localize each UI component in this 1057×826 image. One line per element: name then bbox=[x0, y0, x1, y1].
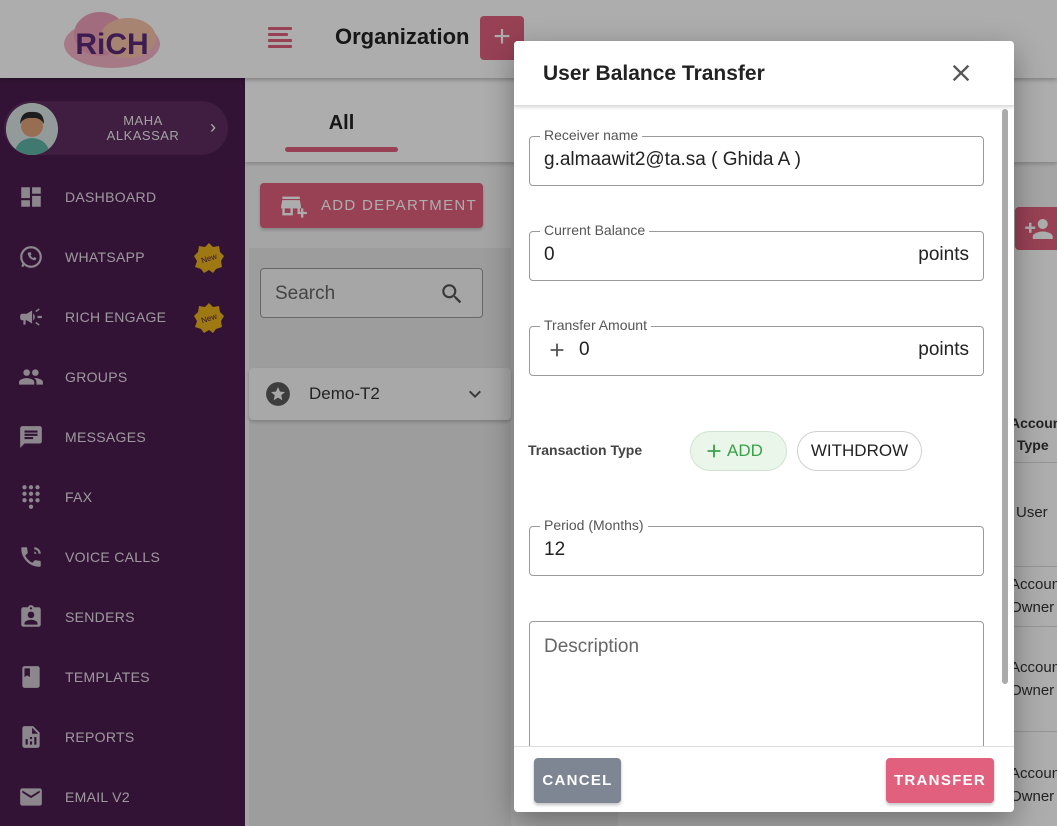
period-months-field[interactable]: Period (Months) 12 bbox=[529, 517, 984, 576]
dialog-body: Receiver name g.almaawit2@ta.sa ( Ghida … bbox=[514, 106, 1014, 746]
withdraw-chip-label: WITHDROW bbox=[810, 441, 909, 460]
description-textarea[interactable]: Description bbox=[529, 621, 984, 746]
transfer-amount-label: Transfer Amount bbox=[540, 317, 651, 333]
period-months-label: Period (Months) bbox=[540, 517, 648, 533]
current-balance-value: 0 bbox=[544, 244, 555, 265]
dialog-header: User Balance Transfer bbox=[514, 41, 1014, 106]
cancel-button[interactable]: CANCEL bbox=[534, 758, 621, 803]
period-months-value: 12 bbox=[544, 539, 566, 560]
add-chip-label: ADD bbox=[727, 441, 763, 460]
dialog-footer: CANCEL TRANSFER bbox=[514, 746, 1014, 812]
points-suffix: points bbox=[918, 339, 969, 360]
dialog-scrollbar[interactable] bbox=[1002, 109, 1008, 684]
receiver-name-label: Receiver name bbox=[540, 127, 643, 143]
balance-transfer-dialog: User Balance Transfer Receiver name g.al… bbox=[514, 41, 1014, 812]
transaction-add-chip[interactable]: ADD bbox=[690, 431, 787, 471]
transaction-withdraw-chip[interactable]: WITHDROW bbox=[797, 431, 922, 471]
receiver-name-field[interactable]: Receiver name g.almaawit2@ta.sa ( Ghida … bbox=[529, 127, 984, 186]
receiver-name-value: g.almaawit2@ta.sa ( Ghida A ) bbox=[544, 149, 801, 170]
plus-icon bbox=[707, 444, 721, 458]
transfer-button[interactable]: TRANSFER bbox=[886, 758, 994, 803]
current-balance-field: Current Balance 0 points bbox=[529, 222, 984, 281]
close-icon[interactable] bbox=[947, 59, 975, 87]
dialog-title: User Balance Transfer bbox=[543, 62, 765, 85]
current-balance-label: Current Balance bbox=[540, 222, 650, 238]
transfer-amount-field[interactable]: Transfer Amount 0 points bbox=[529, 317, 984, 376]
points-suffix: points bbox=[918, 244, 969, 265]
transaction-type-label: Transaction Type bbox=[528, 442, 643, 458]
transfer-amount-value: 0 bbox=[579, 339, 590, 360]
plus-icon bbox=[550, 343, 564, 357]
description-placeholder: Description bbox=[544, 636, 640, 657]
